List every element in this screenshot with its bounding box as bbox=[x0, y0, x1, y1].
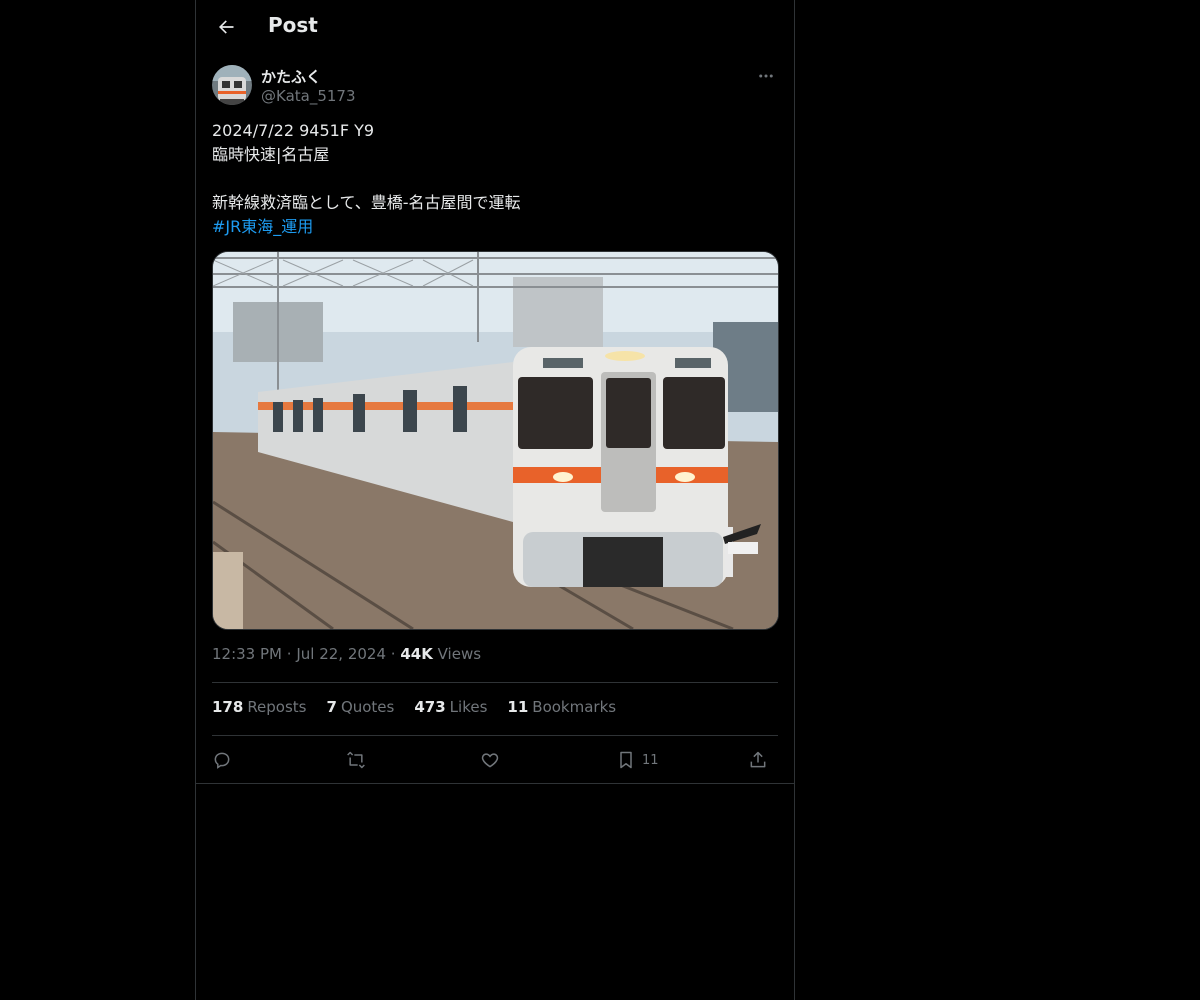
quotes-label: Quotes bbox=[340, 698, 395, 716]
likes-count: 473 bbox=[414, 698, 446, 716]
text-line: 新幹線救済臨として、豊橋-名古屋間で運転 bbox=[212, 193, 521, 212]
user-handle[interactable]: @Kata_5173 bbox=[261, 87, 356, 105]
views-label: Views bbox=[437, 645, 482, 663]
quotes-count: 7 bbox=[326, 698, 337, 716]
views-count: 44K bbox=[400, 645, 433, 663]
share-button[interactable] bbox=[748, 746, 768, 774]
quotes-stat[interactable]: 7 Quotes bbox=[327, 698, 395, 716]
post-text: 2024/7/22 9451F Y9 臨時快速|名古屋 新幹線救済臨として、豊橋… bbox=[212, 119, 778, 239]
post-date[interactable]: Jul 22, 2024 bbox=[296, 645, 386, 663]
post-stats: 178 Reposts 7 Quotes 473 Likes 11 Bookmarks bbox=[212, 698, 616, 716]
post-column: Post かたふく @Kata_5173 2024/7/22 9451F Y9 … bbox=[195, 0, 795, 1000]
bookmark-count: 11 bbox=[642, 752, 659, 768]
meta-separator: · bbox=[390, 645, 396, 663]
post-meta: 12:33 PM · Jul 22, 2024 · 44K Views bbox=[212, 645, 481, 663]
reposts-label: Reposts bbox=[247, 698, 307, 716]
post-author: かたふく @Kata_5173 bbox=[212, 64, 778, 108]
like-button[interactable] bbox=[480, 746, 500, 774]
bookmarks-count: 11 bbox=[507, 698, 529, 716]
repost-button[interactable] bbox=[346, 746, 366, 774]
more-options-button[interactable] bbox=[754, 64, 778, 88]
bookmark-button[interactable]: 11 bbox=[616, 746, 659, 774]
reposts-stat[interactable]: 178 Reposts bbox=[212, 698, 307, 716]
divider bbox=[212, 682, 778, 683]
post-time[interactable]: 12:33 PM bbox=[212, 645, 282, 663]
post-image[interactable] bbox=[212, 251, 779, 630]
bookmarks-label: Bookmarks bbox=[532, 698, 617, 716]
divider bbox=[212, 735, 778, 736]
post-header: Post bbox=[196, 0, 794, 54]
divider bbox=[196, 783, 794, 784]
reply-icon bbox=[214, 752, 230, 769]
text-line: 臨時快速|名古屋 bbox=[212, 145, 330, 164]
likes-label: Likes bbox=[449, 698, 488, 716]
text-line: 2024/7/22 9451F Y9 bbox=[212, 121, 375, 140]
likes-stat[interactable]: 473 Likes bbox=[414, 698, 487, 716]
meta-separator: · bbox=[286, 645, 292, 663]
ellipsis-icon bbox=[759, 74, 773, 78]
heart-icon bbox=[481, 753, 499, 768]
train-photo bbox=[213, 252, 778, 629]
display-name[interactable]: かたふく bbox=[261, 66, 321, 87]
back-button[interactable] bbox=[208, 9, 244, 45]
arrow-left-icon bbox=[219, 20, 234, 34]
reply-button[interactable] bbox=[212, 746, 232, 774]
post-actions: 11 bbox=[212, 746, 778, 774]
avatar[interactable] bbox=[212, 65, 252, 105]
bookmarks-stat[interactable]: 11 Bookmarks bbox=[507, 698, 616, 716]
share-icon bbox=[750, 751, 766, 768]
hashtag-link[interactable]: #JR東海_運用 bbox=[212, 215, 778, 239]
repost-icon bbox=[347, 751, 365, 769]
page-title: Post bbox=[268, 13, 318, 37]
text-line-blank bbox=[212, 167, 778, 191]
bookmark-icon bbox=[620, 751, 632, 769]
reposts-count: 178 bbox=[212, 698, 244, 716]
